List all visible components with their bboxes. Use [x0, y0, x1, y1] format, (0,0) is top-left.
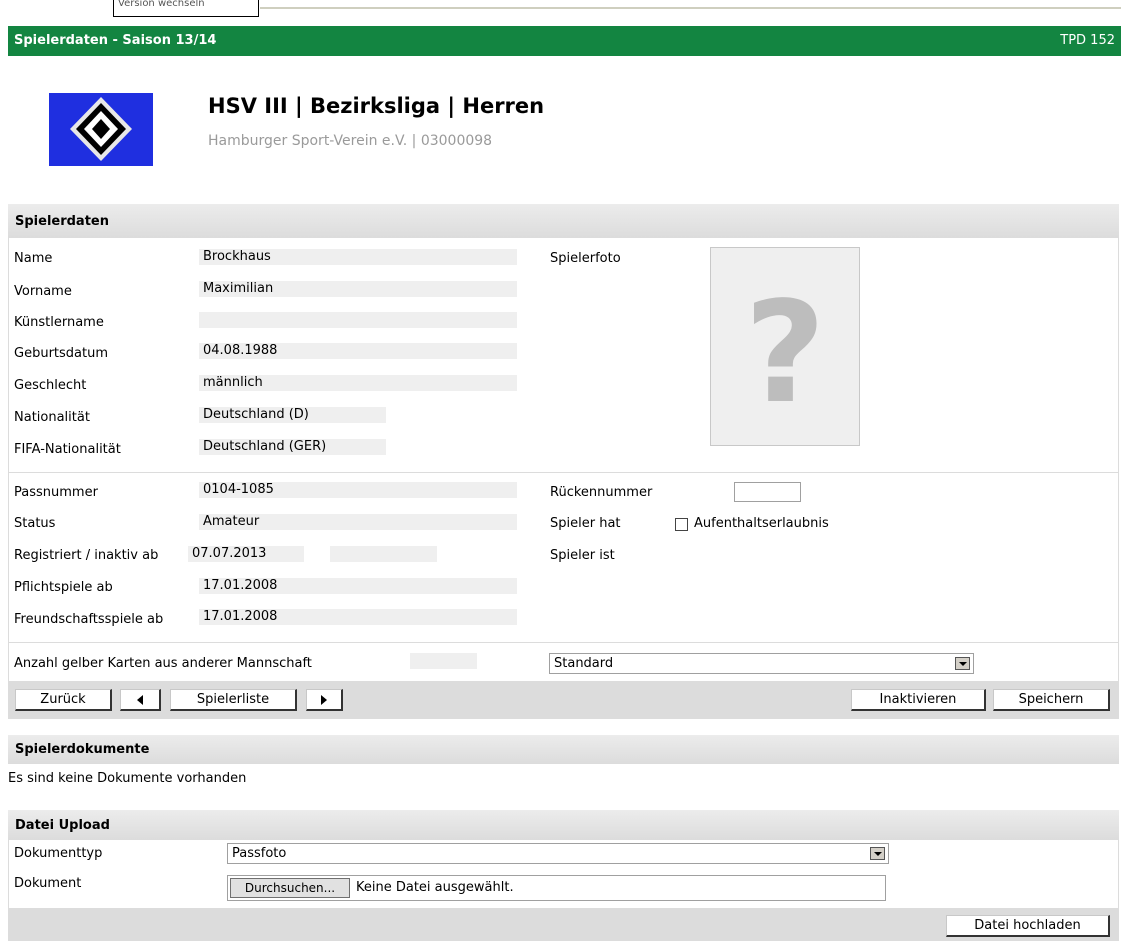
geschlecht-label: Geschlecht: [14, 378, 87, 393]
karten-modus-selected: Standard: [554, 656, 614, 671]
registriert-value: 07.07.2013: [188, 546, 304, 562]
photo-placeholder-icon: ?: [744, 272, 826, 435]
passnummer-label: Passnummer: [14, 485, 98, 500]
passnummer-value: 0104-1085: [199, 482, 517, 498]
registriert-label: Registriert / inaktiv ab: [14, 548, 159, 563]
back-button[interactable]: Zurück: [15, 689, 112, 711]
rueckennummer-input[interactable]: [734, 482, 801, 502]
version-tab[interactable]: Version wechseln: [113, 0, 259, 17]
geburtsdatum-label: Geburtsdatum: [14, 346, 108, 361]
club-subtitle: Hamburger Sport-Verein e.V. | 03000098: [208, 133, 493, 149]
upload-header: Datei Upload: [8, 810, 1119, 840]
hsv-diamond-icon: [70, 97, 132, 161]
spieler-ist-label: Spieler ist: [550, 548, 615, 563]
top-rule: [260, 7, 1121, 9]
name-label: Name: [14, 251, 53, 266]
player-list-button[interactable]: Spielerliste: [170, 689, 297, 711]
action-toolbar: Zurück Spielerliste Inaktivieren Speiche…: [8, 682, 1119, 719]
name-value: Brockhaus: [199, 249, 517, 265]
spielerfoto-label: Spielerfoto: [550, 251, 621, 266]
no-documents-text: Es sind keine Dokumente vorhanden: [8, 771, 247, 786]
fifa-nationalitaet-label: FIFA-Nationalität: [14, 442, 121, 457]
version-tab-label: Version wechseln: [118, 0, 205, 9]
dokumenttyp-select[interactable]: Passfoto: [227, 843, 889, 864]
club-name: HSV III | Bezirksliga | Herren: [208, 94, 545, 118]
gelbe-karten-value: [410, 653, 477, 669]
aufenthaltserlaubnis-checkbox[interactable]: [675, 518, 688, 531]
save-button[interactable]: Speichern: [993, 689, 1110, 711]
page-code: TPD 152: [1060, 33, 1115, 48]
inaktiv-value: [330, 546, 437, 562]
dokumenttyp-label: Dokumenttyp: [14, 846, 103, 861]
chevron-down-icon[interactable]: [955, 657, 970, 670]
aufenthaltserlaubnis-label: Aufenthaltserlaubnis: [694, 516, 829, 531]
player-photo[interactable]: ?: [710, 247, 860, 446]
pflichtspiele-value: 17.01.2008: [199, 578, 517, 594]
nationalitaet-label: Nationalität: [14, 410, 90, 425]
club-logo: [49, 93, 153, 166]
upload-title: Datei Upload: [15, 818, 110, 833]
arrow-right-icon: [321, 694, 327, 705]
file-status: Keine Datei ausgewählt.: [356, 880, 514, 895]
file-input[interactable]: Durchsuchen... Keine Datei ausgewählt.: [227, 875, 886, 901]
spielerdaten-panel: [8, 238, 1119, 682]
dokumente-title: Spielerdokumente: [15, 742, 150, 757]
status-value: Amateur: [199, 514, 517, 530]
fifa-nationalitaet-value: Deutschland (GER): [199, 439, 386, 455]
chevron-down-icon[interactable]: [870, 847, 885, 860]
arrow-left-icon: [137, 694, 143, 705]
divider: [8, 472, 1119, 473]
geschlecht-value: männlich: [199, 375, 517, 391]
title-bar: Spielerdaten - Saison 13/14 TPD 152: [8, 26, 1121, 56]
rueckennummer-label: Rückennummer: [550, 485, 653, 500]
geburtsdatum-value: 04.08.1988: [199, 343, 517, 359]
status-label: Status: [14, 516, 56, 531]
kuenstlername-value: [199, 312, 517, 328]
gelbe-karten-label: Anzahl gelber Karten aus anderer Mannsch…: [14, 656, 312, 671]
page-title: Spielerdaten - Saison 13/14: [14, 33, 217, 48]
dokumente-header: Spielerdokumente: [8, 735, 1119, 764]
top-strip: Version wechseln: [0, 0, 1121, 26]
previous-player-button[interactable]: [120, 689, 161, 711]
vorname-label: Vorname: [14, 284, 72, 299]
freundschaftsspiele-label: Freundschaftsspiele ab: [14, 612, 164, 627]
spielerdaten-header: Spielerdaten: [8, 204, 1119, 238]
karten-modus-select[interactable]: Standard: [549, 653, 974, 674]
deactivate-button[interactable]: Inaktivieren: [851, 689, 986, 711]
freundschaftsspiele-value: 17.01.2008: [199, 609, 517, 625]
spielerdaten-title: Spielerdaten: [15, 214, 109, 229]
dokument-label: Dokument: [14, 876, 82, 891]
next-player-button[interactable]: [306, 689, 343, 711]
upload-toolbar: Datei hochladen: [8, 908, 1119, 941]
spieler-hat-label: Spieler hat: [550, 516, 621, 531]
browse-button[interactable]: Durchsuchen...: [230, 878, 350, 898]
dokumenttyp-selected: Passfoto: [232, 846, 287, 861]
pflichtspiele-label: Pflichtspiele ab: [14, 580, 113, 595]
upload-button[interactable]: Datei hochladen: [946, 915, 1110, 937]
nationalitaet-value: Deutschland (D): [199, 407, 386, 423]
kuenstlername-label: Künstlername: [14, 315, 104, 330]
vorname-value: Maximilian: [199, 281, 517, 297]
divider: [8, 642, 1119, 643]
